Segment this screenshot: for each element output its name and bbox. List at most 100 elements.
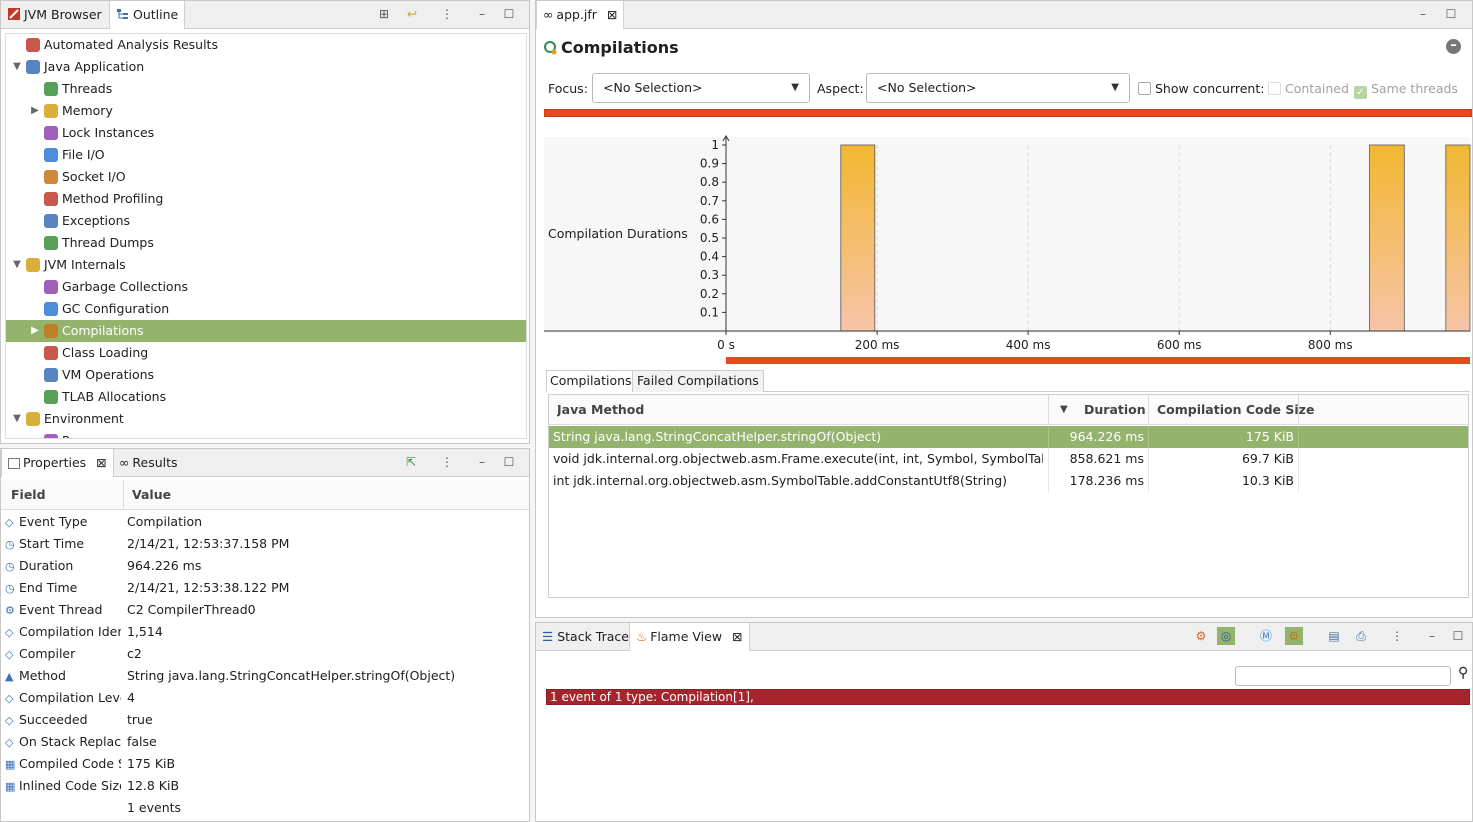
chevron-down-icon[interactable]: ▼ — [12, 408, 22, 430]
exceptions-icon — [44, 214, 58, 228]
view-menu-icon[interactable]: ⋮ — [438, 5, 456, 23]
tab-properties[interactable]: Properties ⊠ — [1, 449, 114, 477]
property-row[interactable]: ◇ Compiler c2 — [1, 643, 528, 665]
tree-layout-icon[interactable]: ⊞ — [375, 5, 393, 23]
maximize-icon[interactable]: ☐ — [1449, 627, 1467, 645]
search-icon[interactable]: ⚲ — [1458, 665, 1468, 681]
chevron-right-icon[interactable]: ▶ — [30, 320, 40, 342]
view-menu-icon[interactable]: ⋮ — [1388, 627, 1406, 645]
tree-item-thread-dumps[interactable]: Thread Dumps — [6, 232, 526, 254]
col-java-method[interactable]: Java Method — [557, 395, 644, 425]
close-icon[interactable]: ⊠ — [96, 455, 106, 470]
flame-search-input[interactable] — [1235, 666, 1451, 686]
compilation-chart[interactable]: Compilation Durations 0.1 0.2 0.3 0.4 0.5 0.6… — [544, 131, 1472, 367]
subtab-failed-compilations[interactable]: Failed Compilations — [632, 370, 764, 392]
minimize-icon[interactable]: – — [1423, 627, 1441, 645]
view-menu-icon[interactable]: ⋮ — [438, 453, 456, 471]
flame-graph-bar[interactable]: 1 event of 1 type: Compilation[1], — [546, 689, 1470, 705]
collapse-icon[interactable]: – — [1446, 39, 1461, 54]
tree-item-threads[interactable]: Threads — [6, 78, 526, 100]
timeline-range-bar[interactable] — [726, 357, 1470, 364]
chevron-down-icon[interactable]: ▼ — [12, 254, 22, 276]
tab-flame-view[interactable]: ♨ Flame View ⊠ — [629, 623, 750, 651]
property-row[interactable]: ◇ Succeeded true — [1, 709, 528, 731]
subtab-compilations[interactable]: Compilations — [546, 370, 636, 392]
tree-item-method-profiling[interactable]: Method Profiling — [6, 188, 526, 210]
tree-item-socket-i-o[interactable]: Socket I/O — [6, 166, 526, 188]
property-row[interactable]: ◇ On Stack Replacement false — [1, 731, 528, 753]
tab-stack-trace[interactable]: ☰ Stack Trace — [536, 623, 635, 651]
tree-item-environment[interactable]: ▼ Environment — [6, 408, 526, 430]
tree-item-tlab-allocations[interactable]: TLAB Allocations — [6, 386, 526, 408]
property-row[interactable]: ◇ Event Type Compilation — [1, 511, 528, 533]
chevron-right-icon[interactable]: ▶ — [30, 100, 40, 122]
tab-jvm-browser[interactable]: JVM Browser — [1, 1, 108, 29]
link-icon[interactable]: ↩ — [403, 5, 421, 23]
tree-item-processes[interactable]: Processes — [6, 430, 526, 438]
save-icon[interactable]: ▤ — [1325, 627, 1343, 645]
focus-value: <No Selection> — [603, 80, 703, 95]
tree-item-file-i-o[interactable]: File I/O — [6, 144, 526, 166]
package-icon[interactable]: ⚙ — [1285, 627, 1303, 645]
globe-icon[interactable]: ◎ — [1217, 627, 1235, 645]
tree-item-compilations[interactable]: ▶ Compilations — [6, 320, 526, 342]
tree-item-jvm-internals[interactable]: ▼ JVM Internals — [6, 254, 526, 276]
chart-bar[interactable] — [840, 144, 876, 332]
property-row[interactable]: ◷ Start Time 2/14/21, 12:53:37.158 PM — [1, 533, 528, 555]
chart-bar[interactable] — [1369, 144, 1405, 332]
tree-item-exceptions[interactable]: Exceptions — [6, 210, 526, 232]
maximize-icon[interactable]: ☐ — [500, 5, 518, 23]
property-value: false — [127, 734, 157, 749]
tree-item-java-application[interactable]: ▼ Java Application — [6, 56, 526, 78]
tab-outline[interactable]: Outline — [109, 1, 186, 29]
property-row[interactable]: 1 events — [1, 797, 528, 819]
chart-bar[interactable] — [1445, 144, 1471, 332]
col-field[interactable]: Field — [11, 480, 46, 510]
table-row[interactable]: int jdk.internal.org.objectweb.asm.Symbo… — [549, 470, 1468, 492]
export-icon[interactable]: ⇱ — [402, 453, 420, 471]
tree-item-vm-operations[interactable]: VM Operations — [6, 364, 526, 386]
chevron-down-icon[interactable]: ▼ — [12, 56, 22, 78]
property-row[interactable]: ▦ Inlined Code Size 12.8 KiB — [1, 775, 528, 797]
close-icon[interactable]: ⊠ — [607, 7, 617, 22]
method-icon[interactable]: Ⓜ — [1257, 627, 1275, 645]
timeline-overview[interactable] — [544, 109, 1472, 117]
tree-item-lock-instances[interactable]: Lock Instances — [6, 122, 526, 144]
tree-item-gc-configuration[interactable]: GC Configuration — [6, 298, 526, 320]
tab-results[interactable]: ∞ Results — [113, 449, 184, 477]
close-icon[interactable]: ⊠ — [732, 629, 742, 644]
thread-icon[interactable]: ⚙ — [1192, 627, 1210, 645]
minimize-icon[interactable]: – — [473, 453, 491, 471]
table-row[interactable]: void jdk.internal.org.objectweb.asm.Fram… — [549, 448, 1468, 470]
property-row[interactable]: ◇ Compilation Level 4 — [1, 687, 528, 709]
tree-item-memory[interactable]: ▶ Memory — [6, 100, 526, 122]
print-icon[interactable]: ⎙ — [1352, 627, 1370, 645]
aspect-select[interactable]: <No Selection> ▼ — [866, 73, 1130, 103]
property-row[interactable]: ◷ End Time 2/14/21, 12:53:38.122 PM — [1, 577, 528, 599]
maximize-icon[interactable]: ☐ — [500, 453, 518, 471]
tree-item-class-loading[interactable]: Class Loading — [6, 342, 526, 364]
show-concurrent-checkbox[interactable]: Show concurrent: — [1138, 81, 1264, 96]
table-row[interactable]: String java.lang.StringConcatHelper.stri… — [549, 426, 1468, 448]
property-field: ▲ Method — [5, 665, 121, 688]
sort-desc-icon[interactable]: ▼ — [1060, 395, 1068, 425]
tab-app-jfr[interactable]: ∞ app.jfr ⊠ — [536, 1, 625, 29]
property-row[interactable]: ▦Compiled Code Size 175 KiB — [1, 753, 528, 775]
thread-dumps-icon — [44, 236, 58, 250]
col-compilation-code-size[interactable]: Compilation Code Size — [1157, 395, 1314, 425]
property-row[interactable]: ⚙ Event Thread C2 CompilerThread0 — [1, 599, 528, 621]
tree-item-garbage-collections[interactable]: Garbage Collections — [6, 276, 526, 298]
property-row[interactable]: ▲ Method String java.lang.StringConcatHelp… — [1, 665, 528, 687]
minimize-icon[interactable]: – — [1414, 5, 1432, 23]
minimize-icon[interactable]: – — [473, 5, 491, 23]
same-threads-checkbox[interactable]: ✓ Same threads — [1354, 81, 1458, 99]
col-duration[interactable]: Duration — [1084, 395, 1146, 425]
contained-checkbox[interactable]: Contained — [1268, 81, 1349, 96]
property-row[interactable]: ◷ Duration 964.226 ms — [1, 555, 528, 577]
property-row[interactable]: ◇ Compilation Identifier 1,514 — [1, 621, 528, 643]
maximize-icon[interactable]: ☐ — [1442, 5, 1460, 23]
tree-item-automated-analysis-results[interactable]: Automated Analysis Results — [6, 34, 526, 56]
focus-select[interactable]: <No Selection> ▼ — [592, 73, 810, 103]
property-field-text: Event Thread — [19, 602, 103, 617]
col-value[interactable]: Value — [132, 480, 171, 510]
